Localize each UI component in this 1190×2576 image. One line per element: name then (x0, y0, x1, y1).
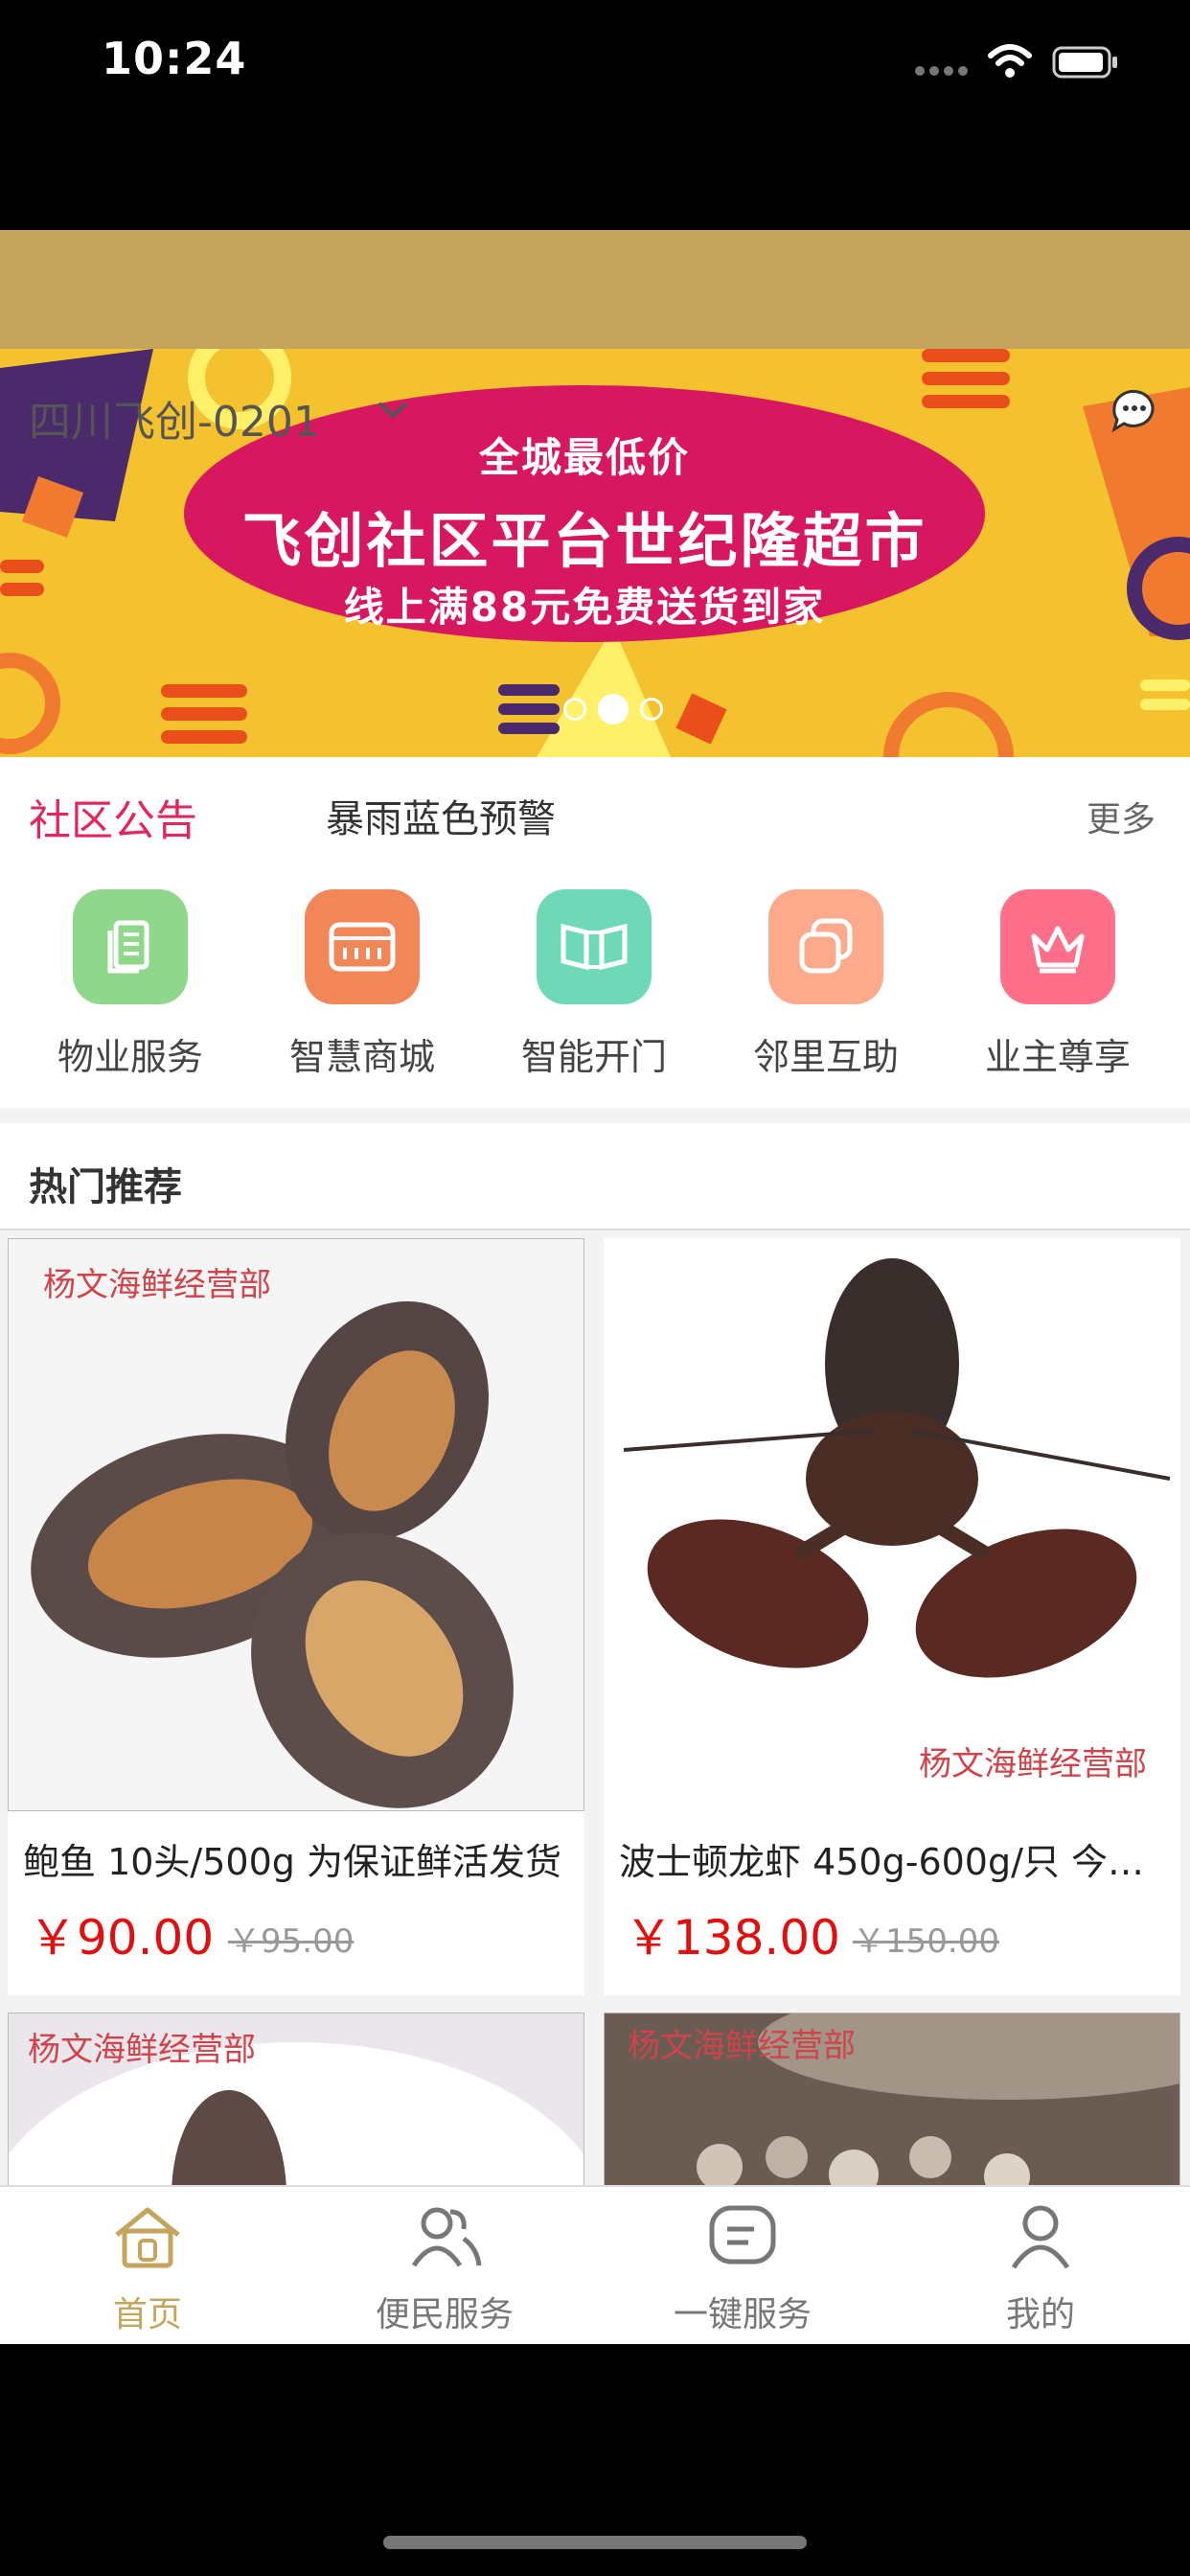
users-icon (411, 2207, 482, 2267)
bottom-tab-bar: 首页 便民服务 一键服务 我的 (0, 2185, 1190, 2344)
product-watermark: 杨文海鲜经营部 (628, 2027, 856, 2065)
service-label: 物业服务 (57, 1036, 203, 1078)
smart-door-icon (537, 889, 652, 1004)
app-screen: 全城最低价 飞创社区平台世纪隆超市 线上满88元免费送货到家 四川飞创-0201… (0, 230, 1190, 2344)
service-property[interactable]: 物业服务 (34, 889, 226, 1080)
product-card[interactable]: 杨文海鲜经营部 (604, 2012, 1180, 2196)
banner-title: 飞创社区平台世纪隆超市 (241, 506, 927, 576)
banner-pagination (563, 694, 688, 728)
home-indicator[interactable] (383, 2536, 807, 2549)
neighbor-help-icon (768, 889, 883, 1004)
service-label: 智能开门 (520, 1036, 667, 1078)
pagination-dot-active[interactable] (598, 694, 629, 724)
signal-icon (915, 61, 973, 76)
tab-label: 便民服务 (375, 2295, 514, 2334)
notice-more-link[interactable]: 更多 (1087, 792, 1156, 841)
product-card[interactable]: 杨文海鲜经营部 (8, 2012, 584, 2196)
pagination-dot[interactable] (640, 698, 663, 721)
service-owner[interactable]: 业主尊享 (962, 889, 1154, 1080)
product-old-price: ￥150.00 (853, 1922, 999, 1961)
wifi-icon (988, 44, 1032, 78)
hot-section-header: 热门推荐 (0, 1123, 1190, 1230)
battery-icon (1052, 46, 1117, 79)
location-selector[interactable]: 四川飞创-0201 (29, 387, 320, 448)
service-door[interactable]: 智能开门 (498, 889, 690, 1080)
banner-subtitle: 线上满88元免费送货到家 (343, 584, 826, 631)
crown-icon (1000, 889, 1115, 1004)
smart-mall-icon (305, 889, 420, 1004)
property-service-icon (73, 889, 188, 1004)
chat-icon[interactable] (1109, 385, 1158, 435)
tab-mine[interactable]: 我的 (926, 2198, 1156, 2336)
product-card[interactable]: 杨文海鲜经营部 波士顿龙虾 450g-600g/只 今日到货 ￥138.00 ￥… (604, 1238, 1180, 1995)
product-price: ￥90.00 (29, 1910, 215, 1966)
tab-label: 一键服务 (673, 2295, 812, 2334)
product-image[interactable]: 杨文海鲜经营部 (604, 1238, 1180, 1811)
home-icon (115, 2207, 180, 2268)
service-label: 邻里互助 (752, 1036, 899, 1078)
profile-icon (1011, 2205, 1070, 2269)
status-time: 10:24 (102, 33, 247, 84)
product-watermark: 杨文海鲜经营部 (28, 2031, 256, 2069)
tab-label: 首页 (112, 2295, 182, 2334)
notice-text[interactable]: 暴雨蓝色预警 (326, 788, 556, 843)
product-watermark: 杨文海鲜经营部 (43, 1266, 271, 1304)
service-label: 智慧商城 (288, 1036, 435, 1078)
service-neighbor[interactable]: 邻里互助 (730, 889, 922, 1080)
pagination-dot[interactable] (563, 698, 586, 721)
service-mall[interactable]: 智慧商城 (266, 889, 458, 1080)
tab-label: 我的 (1005, 2295, 1075, 2334)
service-label: 业主尊享 (984, 1036, 1131, 1078)
product-image[interactable]: 杨文海鲜经营部 (8, 2012, 584, 2196)
product-card[interactable]: 杨文海鲜经营部 鲍鱼 10头/500g 为保证鲜活发货 ￥90.00 ￥95.0… (8, 1238, 584, 1995)
product-name[interactable]: 波士顿龙虾 450g-600g/只 今日到货 (619, 1832, 1165, 1885)
message-icon (709, 2205, 776, 2265)
tab-one-key[interactable]: 一键服务 (628, 2198, 858, 2336)
product-image[interactable]: 杨文海鲜经营部 (8, 1238, 584, 1811)
lobster-image (623, 1258, 1171, 1678)
chevron-down-icon[interactable] (377, 399, 409, 422)
product-name[interactable]: 鲍鱼 10头/500g 为保证鲜活发货 (23, 1832, 569, 1885)
services-panel: 社区公告 暴雨蓝色预警 更多 物业服务 智慧商城 智能开门 邻里互助 业主尊享 (0, 757, 1190, 1108)
product-image[interactable]: 杨文海鲜经营部 (604, 2012, 1180, 2196)
top-nav-background (0, 230, 1190, 349)
product-price: ￥138.00 (625, 1910, 840, 1966)
notice-label: 社区公告 (29, 796, 197, 845)
hot-title: 热门推荐 (29, 1165, 182, 1209)
tab-services[interactable]: 便民服务 (330, 2198, 560, 2336)
abalone-image (31, 1300, 514, 1808)
product-old-price: ￥95.00 (228, 1922, 355, 1961)
product-watermark: 杨文海鲜经营部 (919, 1745, 1147, 1783)
tab-home[interactable]: 首页 (33, 2198, 263, 2336)
promo-banner[interactable]: 全城最低价 飞创社区平台世纪隆超市 线上满88元免费送货到家 四川飞创-0201 (0, 349, 1190, 757)
